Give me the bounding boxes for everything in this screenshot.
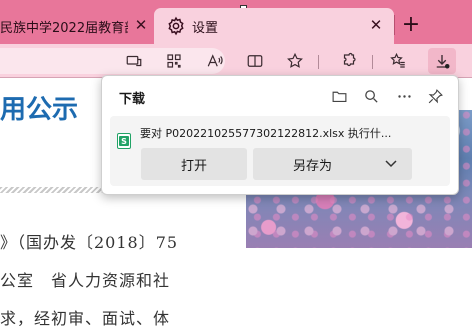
- tab-settings[interactable]: 设置 ✕: [154, 8, 394, 44]
- tab-strip: 民族中学2022届教育部直 ✕ 设置 ✕ +: [0, 0, 472, 44]
- download-file-name: 要对 P020221025577302122812.xlsx 执行什...: [140, 127, 392, 140]
- download-item: S 要对 P020221025577302122812.xlsx 执行什... …: [110, 116, 450, 186]
- extensions-icon[interactable]: [337, 49, 361, 73]
- page-heading: 用公示: [0, 95, 79, 125]
- address-bar[interactable]: [0, 48, 225, 74]
- save-as-button[interactable]: 另存为: [253, 148, 412, 180]
- pin-icon[interactable]: [424, 85, 446, 107]
- new-tab-button[interactable]: +: [400, 12, 422, 37]
- qr-code-icon[interactable]: [162, 49, 186, 73]
- save-as-label: 另存为: [293, 158, 333, 174]
- paragraph-line: 求，经初审、面试、体: [0, 309, 171, 327]
- chevron-down-icon[interactable]: [384, 156, 398, 170]
- more-options-icon[interactable]: [393, 85, 415, 107]
- open-file-label: 打开: [180, 158, 207, 174]
- close-tab-icon[interactable]: ✕: [133, 16, 149, 34]
- svg-text:S: S: [121, 137, 127, 146]
- paragraph-line: 公室 省人力资源和社: [0, 271, 171, 290]
- browser-toolbar: [0, 44, 472, 78]
- close-tab-icon[interactable]: ✕: [368, 16, 384, 34]
- search-icon[interactable]: [360, 85, 382, 107]
- split-screen-icon[interactable]: [243, 49, 267, 73]
- app-available-icon[interactable]: [122, 49, 146, 73]
- read-aloud-icon[interactable]: [203, 49, 227, 73]
- excel-file-icon: S: [117, 133, 131, 149]
- open-file-button[interactable]: 打开: [141, 148, 247, 180]
- tab-divider: [394, 15, 395, 35]
- toolbar-divider: [372, 55, 373, 69]
- toolbar-divider: [318, 55, 319, 69]
- downloads-button[interactable]: [428, 48, 456, 74]
- tab-education-page[interactable]: 民族中学2022届教育部直 ✕: [0, 8, 153, 44]
- favorites-collection-icon[interactable]: [386, 49, 410, 73]
- open-folder-icon[interactable]: [328, 85, 350, 107]
- tab-title: 民族中学2022届教育部直: [0, 20, 128, 36]
- download-icon: [436, 55, 450, 69]
- gear-icon: [168, 16, 184, 36]
- downloads-flyout: 下载 S 要对 P020221025577302122812.xlsx 执行什.…: [101, 75, 459, 195]
- flyout-title: 下载: [119, 92, 146, 107]
- paragraph-line: 》（国办发〔2018〕75: [0, 233, 179, 252]
- favorite-star-icon[interactable]: [283, 49, 307, 73]
- tab-title: 设置: [192, 20, 219, 36]
